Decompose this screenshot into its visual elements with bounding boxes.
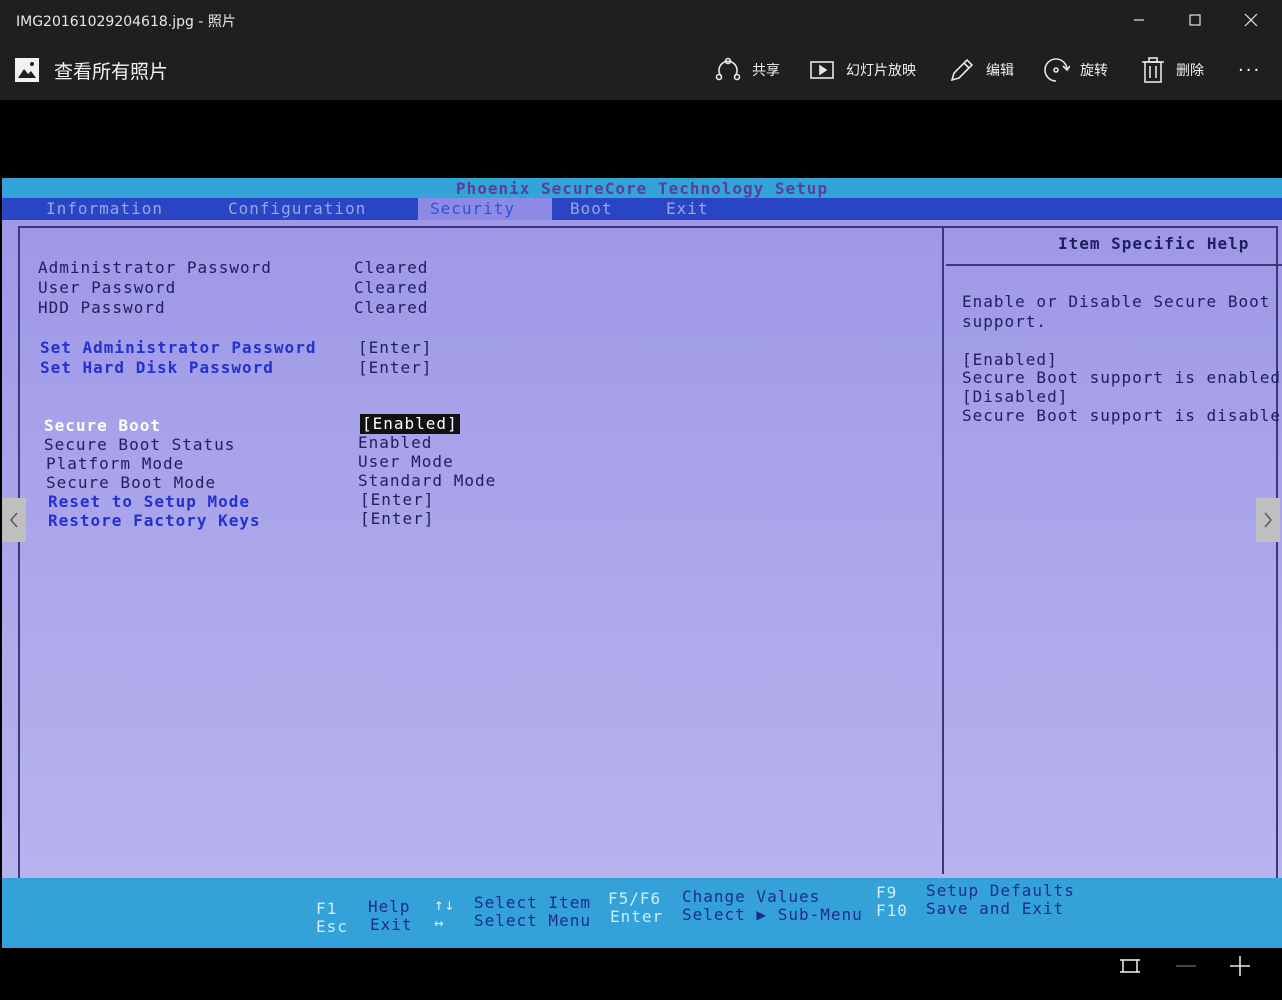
row-secure-boot-mode-label: Secure Boot Mode (46, 473, 217, 492)
chevron-right-icon (1264, 512, 1272, 528)
bios-menu-security: Security (418, 198, 552, 220)
row-secure-boot-status-label: Secure Boot Status (44, 435, 236, 454)
bios-main-frame (18, 226, 1278, 906)
bios-title: Phoenix SecureCore Technology Setup (455, 179, 829, 198)
row-platform-mode-value: User Mode (358, 452, 454, 471)
window-title: IMG20161029204618.jpg - 照片 (16, 14, 236, 30)
row-secure-boot-value: [Enabled] (360, 414, 460, 434)
maximize-icon (1189, 14, 1201, 26)
edit-label: 编辑 (986, 63, 1014, 79)
slideshow-label: 幻灯片放映 (846, 63, 916, 79)
share-icon (715, 57, 741, 81)
app-toolbar: 查看所有照片 共享 幻灯片放映 编辑 旋转 删除 ··· (0, 40, 1282, 100)
key-f9-desc: Setup Defaults (926, 881, 1075, 900)
row-reset-setup-mode-label: Reset to Setup Mode (48, 492, 251, 511)
row-restore-factory-keys-label: Restore Factory Keys (48, 511, 261, 530)
edit-button[interactable]: 编辑 (948, 54, 1014, 86)
more-options-button[interactable]: ··· (1238, 54, 1261, 86)
key-f5f6-desc: Change Values (682, 887, 821, 906)
key-esc: Esc (316, 917, 348, 936)
key-leftright: ↔ (434, 913, 445, 932)
key-updown-desc: Select Item (474, 893, 591, 912)
row-restore-factory-keys-value: [Enter] (360, 509, 435, 528)
row-set-admin-password-value: [Enter] (358, 338, 433, 357)
key-f1-desc: Help (368, 897, 411, 916)
window-title-bar: IMG20161029204618.jpg - 照片 (0, 0, 1282, 40)
row-platform-mode-label: Platform Mode (46, 454, 185, 473)
row-admin-password-label: Administrator Password (38, 258, 272, 277)
edit-icon (950, 58, 974, 82)
rotate-icon (1044, 58, 1070, 82)
minus-icon (1176, 965, 1196, 967)
chevron-left-icon (10, 512, 18, 528)
key-f9: F9 (876, 883, 898, 902)
help-line: support. (962, 312, 1048, 331)
delete-label: 删除 (1176, 63, 1204, 79)
row-secure-boot-status-value: Enabled (358, 433, 433, 452)
key-leftright-desc: Select Menu (474, 911, 591, 930)
next-photo-button[interactable] (1256, 498, 1280, 542)
minimize-icon (1134, 19, 1144, 21)
plus-icon (1230, 956, 1250, 976)
bios-menu-boot: Boot (570, 199, 613, 218)
key-enter: Enter (610, 907, 664, 926)
photo-bios-screen: Phoenix SecureCore Technology Setup Info… (2, 178, 1282, 948)
help-line: Secure Boot support is disabled (962, 406, 1282, 425)
more-icon: ··· (1238, 59, 1262, 81)
row-set-hdd-password-label: Set Hard Disk Password (40, 358, 274, 377)
help-line: [Disabled] (962, 387, 1069, 406)
key-updown: ↑↓ (434, 895, 456, 914)
delete-icon (1142, 57, 1164, 83)
bios-menu-exit: Exit (666, 199, 709, 218)
row-set-admin-password-label: Set Administrator Password (40, 338, 317, 357)
share-button[interactable]: 共享 (714, 54, 780, 86)
key-esc-desc: Exit (370, 915, 413, 934)
close-button[interactable] (1222, 0, 1280, 40)
key-f5f6: F5/F6 (608, 889, 662, 908)
row-admin-password-value: Cleared (354, 258, 429, 277)
help-line: Secure Boot support is enabled. (962, 368, 1282, 387)
bios-help-title-divider (946, 264, 1282, 266)
fit-window-icon (1120, 959, 1140, 973)
bios-menu-information: Information (46, 199, 163, 218)
row-secure-boot-label: Secure Boot (44, 416, 161, 435)
fit-to-window-button[interactable] (1114, 950, 1146, 982)
slideshow-button[interactable]: 幻灯片放映 (808, 54, 916, 86)
key-f10-desc: Save and Exit (926, 899, 1065, 918)
row-hdd-password-label: HDD Password (38, 298, 166, 317)
rotate-button[interactable]: 旋转 (1042, 54, 1108, 86)
view-all-photos-button[interactable]: 查看所有照片 (14, 54, 168, 86)
row-user-password-value: Cleared (354, 278, 429, 297)
share-label: 共享 (752, 63, 780, 79)
delete-button[interactable]: 删除 (1140, 54, 1204, 86)
close-icon (1244, 13, 1258, 27)
bios-key-legend: F1 Help Esc Exit ↑↓ Select Item ↔ Select… (2, 878, 1282, 948)
slideshow-icon (810, 61, 834, 79)
zoom-in-button[interactable] (1224, 950, 1256, 982)
help-title: Item Specific Help (1058, 234, 1250, 253)
row-user-password-label: User Password (38, 278, 177, 297)
row-hdd-password-value: Cleared (354, 298, 429, 317)
zoom-out-button[interactable] (1170, 950, 1202, 982)
photos-icon (15, 58, 39, 82)
previous-photo-button[interactable] (2, 498, 26, 542)
key-enter-desc: Select ▶ Sub-Menu (682, 905, 863, 924)
rotate-label: 旋转 (1080, 63, 1108, 79)
bios-title-bar: Phoenix SecureCore Technology Setup (2, 178, 1282, 198)
maximize-button[interactable] (1166, 0, 1224, 40)
row-set-hdd-password-value: [Enter] (358, 358, 433, 377)
bios-help-divider (942, 226, 944, 874)
help-line: [Enabled] (962, 350, 1058, 369)
minimize-button[interactable] (1110, 0, 1168, 40)
help-line: Enable or Disable Secure Boot (962, 292, 1271, 311)
key-f1: F1 (316, 899, 338, 918)
bios-menu-bar: Information Configuration Security Boot … (2, 198, 1282, 220)
view-all-photos-label: 查看所有照片 (54, 60, 169, 83)
key-f10: F10 (876, 901, 908, 920)
row-secure-boot-mode-value: Standard Mode (358, 471, 497, 490)
row-reset-setup-mode-value: [Enter] (360, 490, 435, 509)
bios-menu-configuration: Configuration (228, 199, 367, 218)
